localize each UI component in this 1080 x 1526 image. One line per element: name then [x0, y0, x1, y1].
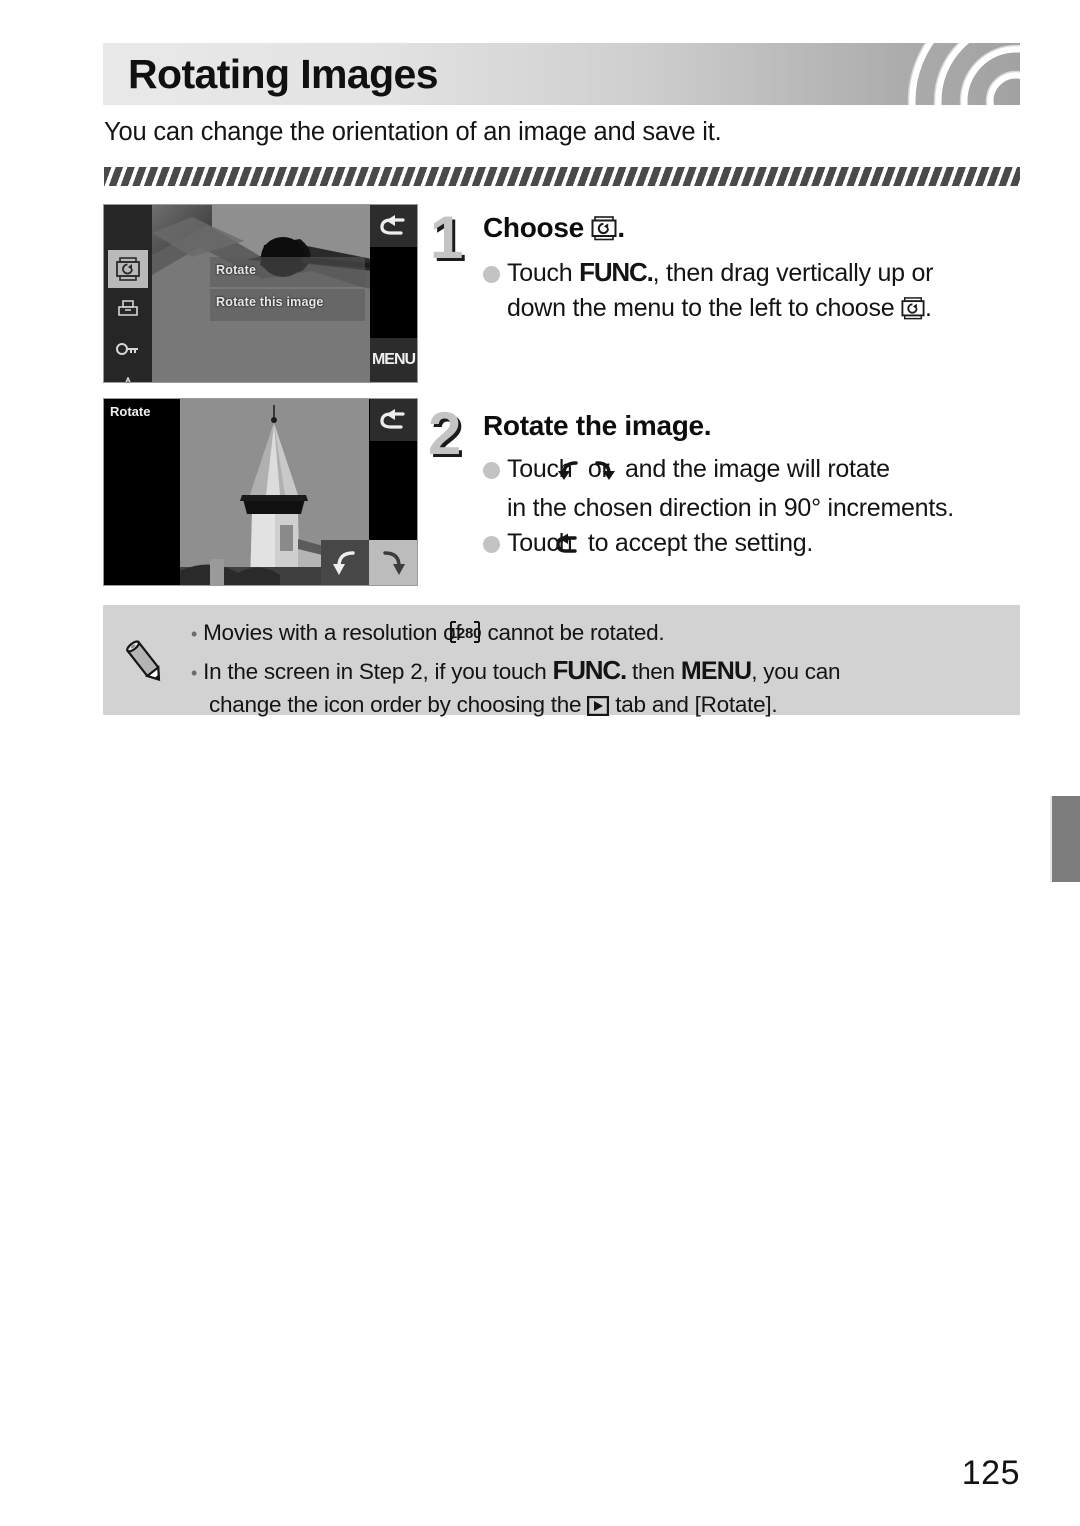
camera-screenshot-step1: Rotate Rotate this image MENU — [103, 204, 418, 383]
menu-item-protect[interactable] — [108, 330, 148, 368]
func-label-rotate-this-image: Rotate this image — [216, 295, 324, 309]
favorite-star-icon — [125, 377, 131, 382]
intro-text: You can change the orientation of an ima… — [104, 118, 722, 146]
step-1-line1-b: , then drag vertically up or — [652, 259, 934, 287]
step-2-line1-b: and the image will rotate — [625, 455, 890, 483]
note-box: • Movies with a resolution of 1280 cannot… — [103, 605, 1020, 717]
func-label: FUNC. — [552, 655, 628, 685]
step-2-title: Rotate the image. — [483, 410, 712, 441]
step-2-line3-b: to accept the setting. — [587, 529, 814, 557]
note-item-2-mid: then — [632, 659, 675, 684]
func-label-rotate: Rotate — [216, 263, 257, 277]
step-2-body: Touch or and the image will rotate in th… — [483, 452, 1028, 565]
rotate-counterclockwise-button[interactable] — [321, 540, 369, 585]
note-bullet-icon: • — [191, 624, 198, 644]
back-arrow-icon — [556, 530, 581, 565]
bullet-icon — [483, 462, 500, 479]
chapter-edge-tab — [1050, 796, 1080, 882]
note-item-2: • In the screen in Step 2, if you touch F… — [191, 654, 1004, 725]
back-arrow-icon — [379, 215, 405, 235]
rotate-icon — [591, 216, 617, 248]
note-item-1-post: cannot be rotated. — [487, 620, 665, 645]
note-item-2-pre: In the screen in Step 2, if you touch — [203, 659, 547, 684]
bullet-icon — [483, 266, 500, 283]
rotate-clockwise-button[interactable] — [369, 540, 417, 585]
rotate-screen-title: Rotate — [110, 404, 151, 419]
note-item-1: • Movies with a resolution of 1280 cannot… — [191, 617, 1004, 653]
print-icon — [118, 300, 138, 316]
note-item-2-line2-post: tab and [Rotate]. — [615, 692, 778, 717]
left-black-panel — [104, 399, 180, 585]
step-1-title-suffix: . — [617, 212, 625, 243]
manual-page: Rotating Images You can change the orien… — [0, 0, 1080, 1526]
hatched-divider — [104, 167, 1020, 186]
step-1-line1-a: Touch — [507, 259, 573, 287]
menu-item-print[interactable] — [108, 290, 148, 328]
protect-key-icon — [116, 343, 138, 355]
header-arc-decoration — [820, 43, 1020, 105]
func-menu-column[interactable] — [104, 205, 152, 382]
menu-label: MENU — [680, 657, 752, 685]
page-title: Rotating Images — [128, 51, 439, 97]
menu-button[interactable]: MENU — [370, 338, 417, 382]
pencil-icon — [122, 638, 170, 688]
back-button[interactable] — [370, 205, 417, 247]
menu-item-favorite[interactable] — [108, 368, 148, 382]
back-button[interactable] — [370, 399, 417, 441]
step-1-line2: down the menu to the left to choose — [507, 294, 895, 322]
back-arrow-icon — [379, 409, 405, 429]
step-1-title-text: Choose — [483, 212, 584, 243]
step-1-body: Touch FUNC., then drag vertically up or … — [483, 255, 1018, 330]
note-item-2-post: , you can — [751, 659, 841, 684]
func-label: FUNC. — [579, 257, 654, 287]
note-item-2-line2-pre: change the icon order by choosing the — [209, 692, 582, 717]
menu-item-rotate[interactable] — [108, 250, 148, 288]
step-1-line2-suffix: . — [925, 294, 932, 322]
step-2-number: 2 — [428, 400, 462, 467]
svg-text:1280: 1280 — [449, 625, 481, 642]
step-2-line2: in the chosen direction in 90° increment… — [507, 494, 954, 522]
camera-screenshot-step2: Rotate — [103, 398, 418, 586]
page-number: 125 — [961, 1454, 1020, 1492]
rotate-clockwise-icon — [383, 550, 405, 575]
resolution-1280-icon: 1280 — [449, 620, 482, 653]
rotate-counterclockwise-icon — [558, 456, 581, 491]
rotate-icon — [901, 295, 925, 330]
note-item-1-pre: Movies with a resolution of — [203, 620, 462, 645]
bullet-icon — [483, 536, 500, 553]
rotate-clockwise-icon — [595, 456, 618, 491]
note-list: • Movies with a resolution of 1280 cannot… — [191, 617, 1004, 726]
step-1-number: 1 — [430, 204, 464, 271]
rotate-counterclockwise-icon — [333, 550, 355, 575]
playback-tab-icon — [587, 693, 610, 725]
note-bullet-icon: • — [191, 663, 198, 683]
step-1-title: Choose . — [483, 212, 625, 248]
rotate-icon — [116, 257, 140, 281]
